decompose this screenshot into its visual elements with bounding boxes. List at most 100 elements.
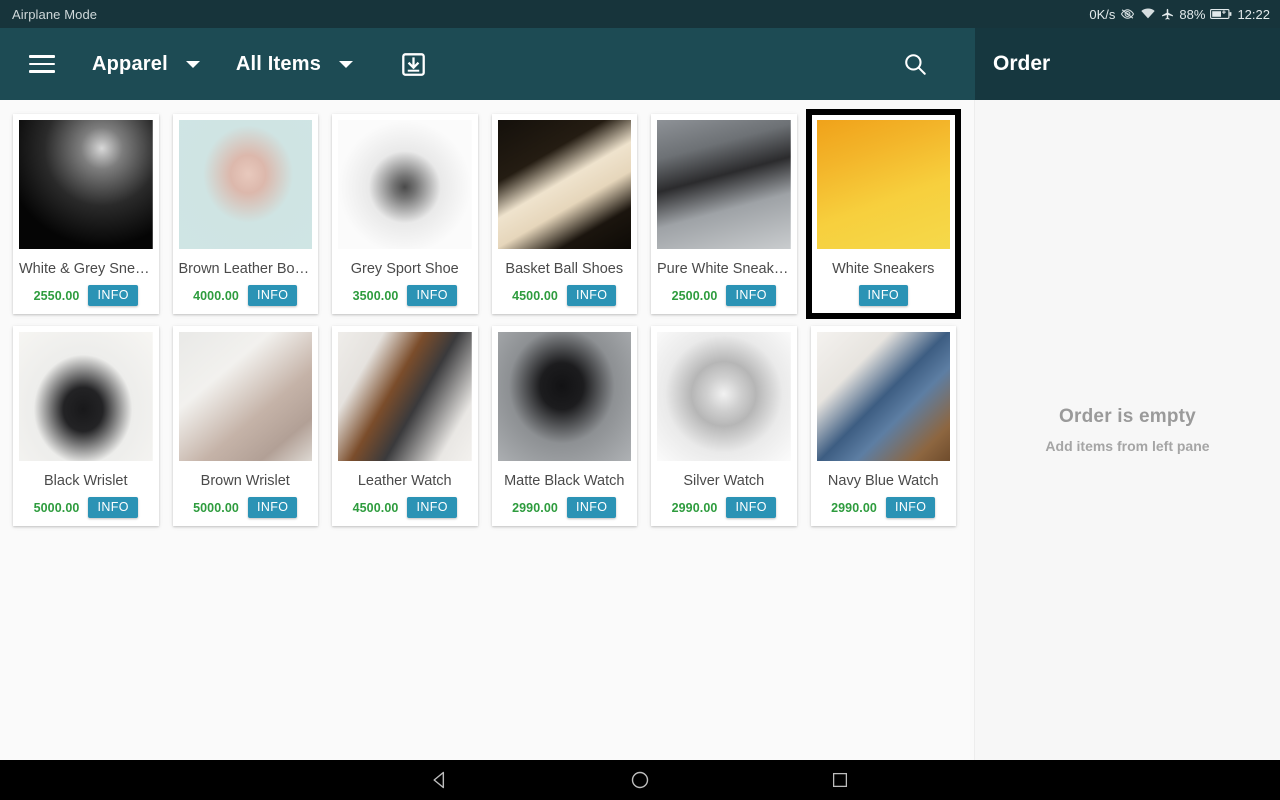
product-price: 4500.00 [352, 500, 399, 515]
product-image [657, 120, 791, 249]
product-name: White Sneakers [832, 261, 935, 277]
product-price-row: 4000.00 INFO [179, 285, 313, 306]
download-box-icon[interactable] [393, 44, 433, 84]
product-price-row: 2990.00 INFO [657, 497, 791, 518]
product-price-row: 2550.00 INFO [19, 285, 153, 306]
product-image [816, 120, 950, 249]
wifi-icon [1140, 8, 1156, 20]
app-bar-left: Apparel All Items [0, 28, 975, 100]
hamburger-menu-icon[interactable] [14, 36, 70, 92]
product-card[interactable]: Leather Watch 4500.00 INFO [332, 326, 478, 526]
product-info-button[interactable]: INFO [726, 497, 776, 518]
order-empty-title: Order is empty [1059, 406, 1196, 427]
status-airplane-mode-label: Airplane Mode [12, 6, 98, 22]
product-price-row: 3500.00 INFO [338, 285, 472, 306]
status-right-group: 0K/s 88% 12:22 [1089, 7, 1280, 22]
product-name: Silver Watch [683, 473, 765, 489]
product-image [816, 332, 950, 461]
product-cell: Silver Watch 2990.00 INFO [644, 320, 804, 532]
filter-spinner[interactable]: All Items [236, 53, 354, 76]
recents-square-icon[interactable] [820, 760, 860, 800]
product-card[interactable]: White Sneakers INFO [805, 109, 961, 319]
product-price: 2500.00 [671, 288, 718, 303]
order-empty-state: Order is empty Add items from left pane [975, 406, 1280, 454]
order-panel-title: Order [993, 52, 1051, 75]
chevron-down-icon [185, 60, 200, 68]
product-cell: Pure White Sneakers 2500.00 INFO [644, 108, 804, 320]
product-image [338, 332, 472, 461]
product-card[interactable]: Navy Blue Watch 2990.00 INFO [810, 326, 956, 526]
product-cell: Black Wrislet 5000.00 INFO [6, 320, 166, 532]
product-price: 2990.00 [831, 500, 877, 515]
order-pane: Order is empty Add items from left pane [975, 100, 1280, 760]
back-triangle-icon[interactable] [420, 760, 460, 800]
product-info-button[interactable]: INFO [247, 497, 298, 518]
product-price: 3500.00 [352, 288, 399, 303]
product-card[interactable]: Black Wrislet 5000.00 INFO [13, 326, 159, 526]
product-cell: Grey Sport Shoe 3500.00 INFO [325, 108, 485, 320]
product-name: Basket Ball Shoes [505, 261, 624, 277]
chevron-down-icon [339, 60, 354, 68]
product-price-row: 4500.00 INFO [498, 285, 632, 306]
product-price-row: 2990.00 INFO [498, 497, 632, 518]
product-info-button[interactable]: INFO [885, 497, 936, 518]
product-cell: White & Grey Sneaker 2550.00 INFO [6, 108, 166, 320]
product-name: Brown Wrislet [200, 473, 290, 489]
product-card[interactable]: Grey Sport Shoe 3500.00 INFO [332, 114, 478, 314]
clock-label: 12:22 [1237, 6, 1270, 22]
product-price-row: 5000.00 INFO [19, 497, 153, 518]
product-card[interactable]: Pure White Sneakers 2500.00 INFO [651, 114, 797, 314]
product-image [178, 332, 312, 461]
product-price: 2550.00 [33, 288, 80, 303]
search-icon[interactable] [893, 42, 937, 86]
home-circle-icon[interactable] [620, 760, 660, 800]
product-info-button[interactable]: INFO [88, 285, 138, 306]
product-card[interactable]: Matte Black Watch 2990.00 INFO [491, 326, 637, 526]
airplane-icon [1161, 8, 1174, 21]
app-bar: Apparel All Items Order [0, 28, 1280, 100]
product-info-button[interactable]: INFO [566, 285, 617, 306]
product-cell: Basket Ball Shoes 4500.00 INFO [485, 108, 645, 320]
product-info-button[interactable]: INFO [407, 285, 457, 306]
product-name: Black Wrislet [43, 473, 128, 489]
product-card[interactable]: Brown Wrislet 5000.00 INFO [172, 326, 318, 526]
product-card[interactable]: Silver Watch 2990.00 INFO [651, 326, 797, 526]
product-image [657, 332, 791, 461]
category-spinner-label: Apparel [92, 52, 168, 75]
eye-icon [1120, 8, 1135, 20]
content-area: White & Grey Sneaker 2550.00 INFO Brown Lea… [0, 100, 1280, 760]
product-info-button[interactable]: INFO [407, 497, 457, 518]
product-info-button[interactable]: INFO [88, 497, 138, 518]
product-cell: Brown Leather Boots 4000.00 INFO [166, 108, 326, 320]
product-card[interactable]: White & Grey Sneaker 2550.00 INFO [13, 114, 159, 314]
product-price: 2990.00 [671, 500, 718, 515]
product-name: Pure White Sneakers [657, 261, 791, 277]
product-image [19, 332, 153, 461]
product-name: Leather Watch [357, 473, 452, 489]
android-navigation-bar [0, 760, 1280, 800]
product-name: White & Grey Sneaker [19, 261, 153, 277]
battery-charging-icon [1210, 8, 1232, 20]
product-cell: Matte Black Watch 2990.00 INFO [485, 320, 645, 532]
product-image [497, 120, 631, 249]
product-info-button[interactable]: INFO [247, 285, 298, 306]
product-name: Matte Black Watch [504, 473, 625, 489]
product-card[interactable]: Basket Ball Shoes 4500.00 INFO [491, 114, 637, 314]
product-price: 4500.00 [512, 288, 558, 303]
product-price: 5000.00 [193, 500, 239, 515]
product-price-row: 2500.00 INFO [657, 285, 791, 306]
product-info-button[interactable]: INFO [726, 285, 776, 306]
category-spinner[interactable]: Apparel [92, 53, 200, 76]
network-speed-label: 0K/s [1089, 6, 1116, 22]
product-card[interactable]: Brown Leather Boots 4000.00 INFO [172, 114, 318, 314]
product-name: Grey Sport Shoe [350, 261, 459, 277]
product-price: 2990.00 [512, 500, 558, 515]
product-name: Navy Blue Watch [827, 473, 939, 489]
product-info-button[interactable]: INFO [566, 497, 617, 518]
product-price-row: INFO [817, 285, 951, 306]
product-image [338, 120, 472, 249]
product-info-button[interactable]: INFO [858, 285, 908, 306]
product-cell: Brown Wrislet 5000.00 INFO [166, 320, 326, 532]
product-price: 5000.00 [33, 500, 80, 515]
product-price-row: 2990.00 INFO [817, 497, 951, 518]
